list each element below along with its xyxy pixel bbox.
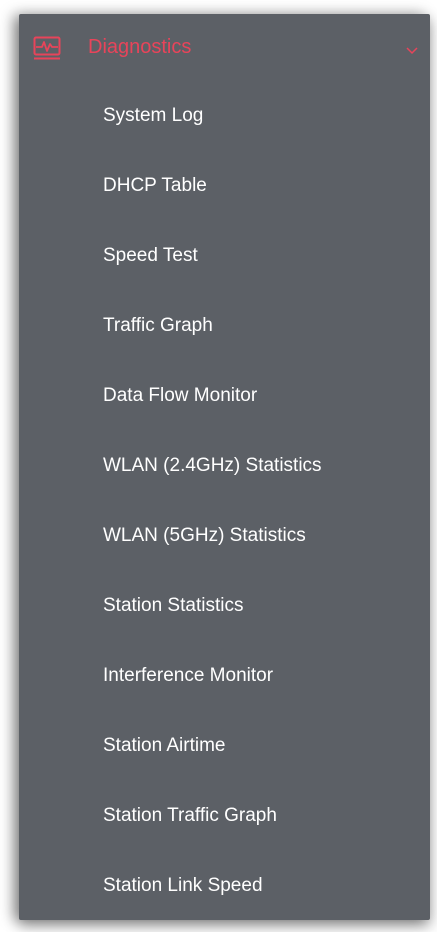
submenu-item-station-traffic-graph[interactable]: Station Traffic Graph xyxy=(19,792,430,862)
submenu-item-label: Interference Monitor xyxy=(103,665,274,686)
diagnostics-menu-title: Diagnostics xyxy=(88,36,192,58)
submenu-item-system-log[interactable]: System Log xyxy=(19,92,430,162)
submenu-item-speed-test[interactable]: Speed Test xyxy=(19,232,430,302)
submenu-item-label: Station Airtime xyxy=(103,735,226,756)
submenu-item-wlan-24ghz-statistics[interactable]: WLAN (2.4GHz) Statistics xyxy=(19,442,430,512)
submenu-item-data-flow-monitor[interactable]: Data Flow Monitor xyxy=(19,372,430,442)
submenu-item-station-link-speed[interactable]: Station Link Speed xyxy=(19,862,430,932)
submenu-item-label: Station Traffic Graph xyxy=(103,805,277,826)
submenu-item-label: WLAN (5GHz) Statistics xyxy=(103,525,306,546)
submenu-item-label: Station Statistics xyxy=(103,595,244,616)
submenu-item-label: DHCP Table xyxy=(103,175,207,196)
submenu-item-label: WLAN (2.4GHz) Statistics xyxy=(103,455,322,476)
submenu-item-wlan-5ghz-statistics[interactable]: WLAN (5GHz) Statistics xyxy=(19,512,430,582)
submenu-item-station-airtime[interactable]: Station Airtime xyxy=(19,722,430,792)
submenu-item-label: Traffic Graph xyxy=(103,315,213,336)
submenu-item-label: Speed Test xyxy=(103,245,198,266)
diagnostics-menu-header[interactable]: Diagnostics xyxy=(19,14,430,84)
submenu-item-interference-monitor[interactable]: Interference Monitor xyxy=(19,652,430,722)
submenu-item-label: System Log xyxy=(103,105,204,126)
diagnostics-submenu: System Log DHCP Table Speed Test Traffic… xyxy=(19,92,430,932)
sidebar-menu-panel: Diagnostics System Log DHCP Table Speed … xyxy=(19,14,430,920)
submenu-item-traffic-graph[interactable]: Traffic Graph xyxy=(19,302,430,372)
pulse-monitor-icon xyxy=(33,36,61,60)
chevron-down-icon[interactable] xyxy=(405,44,419,58)
submenu-item-label: Station Link Speed xyxy=(103,875,263,896)
submenu-item-dhcp-table[interactable]: DHCP Table xyxy=(19,162,430,232)
submenu-item-station-statistics[interactable]: Station Statistics xyxy=(19,582,430,652)
submenu-item-label: Data Flow Monitor xyxy=(103,385,258,406)
